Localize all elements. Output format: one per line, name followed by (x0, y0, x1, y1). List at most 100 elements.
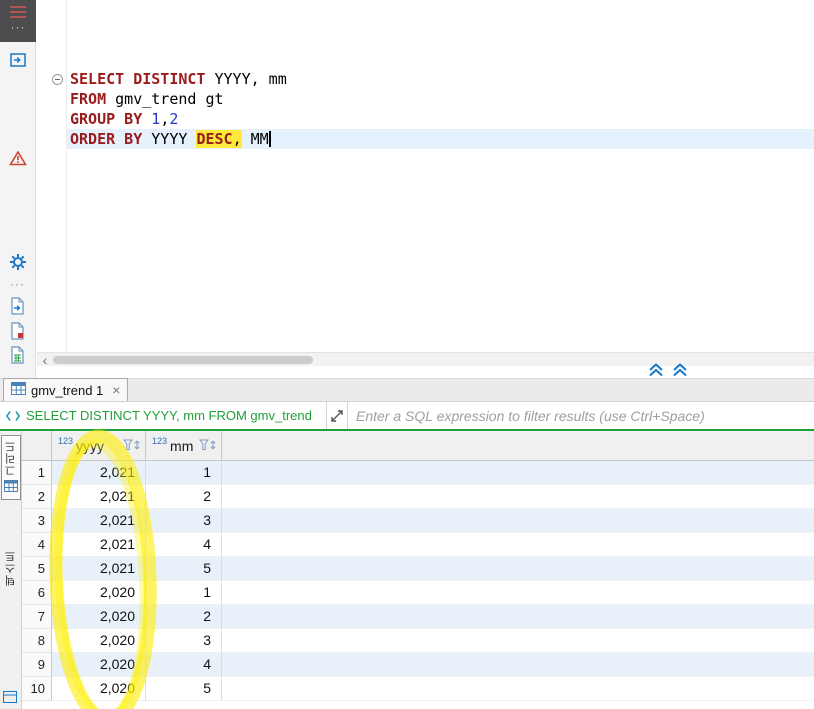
cell-yyyy[interactable]: 2,020 (52, 581, 146, 605)
filter-sort-icon[interactable] (122, 438, 141, 454)
table-row: 6 2,020 1 (22, 581, 814, 605)
sql-console-icon[interactable] (4, 48, 32, 72)
row-number[interactable]: 8 (22, 629, 52, 653)
active-query-preview[interactable]: SELECT DISTINCT YYYY, mm FROM gmv_trend (26, 408, 326, 423)
cell-mm[interactable]: 1 (146, 461, 222, 485)
row-filler (222, 581, 814, 605)
cell-mm[interactable]: 4 (146, 653, 222, 677)
row-filler (222, 485, 814, 509)
editor-code-area[interactable]: SELECT DISTINCT YYYY, mm FROM gmv_trend g… (67, 0, 814, 352)
table-row: 5 2,021 5 (22, 557, 814, 581)
cell-mm[interactable]: 4 (146, 533, 222, 557)
code-line[interactable]: SELECT DISTINCT YYYY, mm (67, 69, 814, 89)
cell-yyyy[interactable]: 2,020 (52, 605, 146, 629)
code-line[interactable]: GROUP BY 1,2 (67, 109, 814, 129)
cell-yyyy[interactable]: 2,020 (52, 677, 146, 701)
column-header-yyyy[interactable]: 123 yyyy (52, 431, 146, 460)
row-filler (222, 677, 814, 701)
grid-header: 123 yyyy 123 mm (22, 431, 814, 461)
double-chevron-up-icon[interactable] (648, 363, 664, 380)
panel-restore-controls (648, 363, 688, 380)
spreadsheet-file-icon[interactable] (4, 343, 32, 367)
row-number[interactable]: 4 (22, 533, 52, 557)
warning-icon[interactable] (4, 146, 32, 170)
column-header-mm[interactable]: 123 mm (146, 431, 222, 460)
cell-mm[interactable]: 2 (146, 605, 222, 629)
grid-corner-cell[interactable] (22, 431, 52, 460)
double-chevron-up-icon[interactable] (672, 363, 688, 380)
scrollbar-thumb[interactable] (53, 355, 313, 364)
overflow-menu-icon[interactable]: ··· (11, 21, 26, 33)
table-row: 4 2,021 4 (22, 533, 814, 557)
table-row: 7 2,020 2 (22, 605, 814, 629)
toolbar-top-section: ··· (0, 0, 36, 42)
row-number[interactable]: 3 (22, 509, 52, 533)
dbeaver-sql-editor-window: ··· ··· SELECT DISTINCT YYYY, mm FROM gmv… (0, 0, 814, 709)
results-grid: 123 yyyy 123 mm 1 2,021 1 2 2,021 2 3 2,021 3 4 2,… (22, 431, 814, 709)
results-panel: 그리드 텍스트 123 yyyy 123 mm 1 2,021 1 2 2,02… (0, 431, 814, 709)
text-cursor (268, 131, 271, 147)
table-row: 9 2,020 4 (22, 653, 814, 677)
row-filler (222, 509, 814, 533)
file-error-icon[interactable] (4, 319, 32, 343)
row-filler (222, 605, 814, 629)
menu-icon[interactable] (10, 6, 26, 18)
cell-yyyy[interactable]: 2,020 (52, 653, 146, 677)
cell-yyyy[interactable]: 2,021 (52, 461, 146, 485)
cell-mm[interactable]: 5 (146, 557, 222, 581)
gutter-line (37, 69, 66, 89)
cell-yyyy[interactable]: 2,021 (52, 557, 146, 581)
results-tab-label: gmv_trend 1 (31, 382, 104, 398)
editor-gutter (37, 0, 67, 352)
filter-sort-icon[interactable] (198, 438, 217, 454)
row-filler (222, 461, 814, 485)
cell-yyyy[interactable]: 2,020 (52, 629, 146, 653)
table-row: 1 2,021 1 (22, 461, 814, 485)
cell-yyyy[interactable]: 2,021 (52, 485, 146, 509)
expand-filter-icon[interactable] (326, 402, 348, 429)
table-row: 10 2,020 5 (22, 677, 814, 701)
gutter-line (37, 129, 66, 149)
grid-table-icon (4, 480, 18, 495)
results-panel-icon[interactable] (3, 691, 17, 706)
row-number[interactable]: 9 (22, 653, 52, 677)
scroll-left-icon[interactable]: ‹ (37, 353, 53, 367)
results-filter-bar: SELECT DISTINCT YYYY, mm FROM gmv_trend (0, 402, 814, 431)
row-number[interactable]: 5 (22, 557, 52, 581)
code-line[interactable]: ORDER BY YYYY DESC, MM (67, 129, 814, 149)
export-file-icon[interactable] (4, 294, 32, 318)
cell-mm[interactable]: 3 (146, 509, 222, 533)
row-number[interactable]: 7 (22, 605, 52, 629)
filter-input[interactable] (348, 402, 814, 429)
cell-mm[interactable]: 1 (146, 581, 222, 605)
results-view-tab-text[interactable]: 텍스트 (1, 546, 21, 590)
row-number[interactable]: 6 (22, 581, 52, 605)
cell-yyyy[interactable]: 2,021 (52, 509, 146, 533)
editor-horizontal-scrollbar[interactable]: ‹ (37, 352, 814, 367)
code-line[interactable]: FROM gmv_trend gt (67, 89, 814, 109)
row-filler (222, 533, 814, 557)
grid-table-icon (11, 382, 26, 398)
text-tab-label: 텍스트 (5, 550, 17, 586)
row-number[interactable]: 1 (22, 461, 52, 485)
grid-rows: 1 2,021 1 2 2,021 2 3 2,021 3 4 2,021 4 5 2,021 5 6 2,02… (22, 461, 814, 701)
table-row: 2 2,021 2 (22, 485, 814, 509)
overflow-menu-icon[interactable]: ··· (4, 272, 32, 296)
cell-yyyy[interactable]: 2,021 (52, 533, 146, 557)
table-row: 8 2,020 3 (22, 629, 814, 653)
cell-mm[interactable]: 5 (146, 677, 222, 701)
results-view-tab-grid[interactable]: 그리드 (1, 435, 21, 500)
results-tab[interactable]: gmv_trend 1 × (3, 378, 129, 401)
row-filler (222, 629, 814, 653)
row-number[interactable]: 10 (22, 677, 52, 701)
fold-collapse-icon[interactable] (52, 73, 63, 85)
row-number[interactable]: 2 (22, 485, 52, 509)
settings-gear-icon[interactable] (4, 250, 32, 274)
numeric-type-icon: 123 (58, 436, 74, 446)
tab-close-icon[interactable]: × (112, 382, 120, 398)
cell-mm[interactable]: 2 (146, 485, 222, 509)
sql-editor[interactable]: SELECT DISTINCT YYYY, mm FROM gmv_trend g… (37, 0, 814, 352)
editor-left-toolbar: ··· ··· (0, 0, 36, 378)
cell-mm[interactable]: 3 (146, 629, 222, 653)
gutter-line (37, 109, 66, 129)
